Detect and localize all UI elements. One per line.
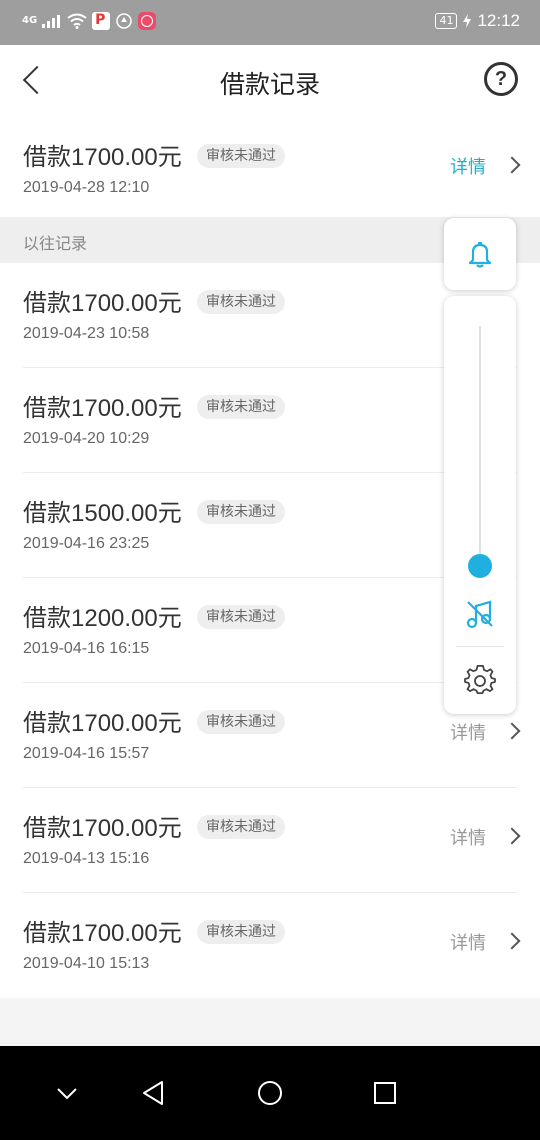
status-badge: 审核未通过 [197,710,285,734]
status-badge: 审核未通过 [197,815,285,839]
bell-icon [468,241,492,268]
signal-icon [42,14,62,28]
panel-divider [456,646,504,647]
loan-date: 2019-04-16 15:57 [23,745,150,762]
volume-slider[interactable] [479,326,481,566]
chevron-right-icon[interactable] [503,722,521,740]
back-triangle-icon[interactable] [137,1076,171,1110]
status-badge: 审核未通过 [197,605,285,629]
loan-date: 2019-04-10 15:13 [23,955,150,972]
status-badge: 审核未通过 [197,144,285,168]
volume-panel [444,296,516,714]
network-type: 4G [22,15,38,26]
loan-amount: 借款1500.00元 [23,500,182,527]
loan-date: 2019-04-20 10:29 [23,430,150,447]
loan-date: 2019-04-13 15:16 [23,850,150,867]
help-icon[interactable]: ? [484,62,518,96]
status-badge: 审核未通过 [197,500,285,524]
home-circle-icon[interactable] [253,1076,287,1110]
loan-date: 2019-04-28 12:10 [23,179,150,196]
status-badge: 审核未通过 [197,290,285,314]
detail-link[interactable]: 详情 [450,824,486,850]
loan-amount: 借款1700.00元 [23,920,182,947]
detail-link[interactable]: 详情 [450,929,486,955]
app-red-icon [138,12,157,30]
charging-icon [463,14,472,28]
page-title: 借款记录 [219,70,320,99]
gear-icon[interactable] [464,664,496,696]
loan-date: 2019-04-16 23:25 [23,535,150,552]
list-item[interactable]: 借款1700.00元 审核未通过 2019-04-10 15:13 详情 [0,893,540,998]
app-p-icon [92,12,111,30]
clock: 12:12 [477,11,520,30]
shield-icon [116,13,132,29]
chevron-down-icon[interactable] [50,1076,84,1110]
loan-amount: 借款1700.00元 [23,710,182,737]
volume-slider-handle[interactable] [468,554,492,578]
chevron-right-icon[interactable] [503,156,521,174]
recents-square-icon[interactable] [368,1076,402,1110]
system-nav-bar [0,1046,540,1140]
status-badge: 审核未通过 [197,920,285,944]
wifi-icon [67,13,87,29]
battery-icon: 41 [435,13,458,29]
chevron-right-icon[interactable] [503,827,521,845]
loan-amount: 借款1700.00元 [23,144,182,171]
section-label: 以往记录 [23,234,88,253]
current-record[interactable]: 借款1700.00元 审核未通过 2019-04-28 12:10 详情 [0,117,540,222]
detail-link[interactable]: 详情 [450,153,486,179]
loan-amount: 借款1700.00元 [23,815,182,842]
detail-link[interactable]: 详情 [450,719,486,745]
status-bar: 4G 41 12:12 [0,0,540,45]
chevron-right-icon[interactable] [503,932,521,950]
status-badge: 审核未通过 [197,395,285,419]
loan-date: 2019-04-16 16:15 [23,640,150,657]
loan-amount: 借款1200.00元 [23,605,182,632]
header: 借款记录 ? [0,45,540,117]
loan-date: 2019-04-23 10:58 [23,325,150,342]
loan-amount: 借款1700.00元 [23,290,182,317]
music-off-icon[interactable] [464,598,496,630]
status-icons-right: 41 12:12 [435,11,520,31]
list-item[interactable]: 借款1700.00元 审核未通过 2019-04-13 15:16 详情 [0,788,540,893]
ringer-button[interactable] [444,218,516,290]
status-icons-left: 4G [22,12,157,30]
loan-amount: 借款1700.00元 [23,395,182,422]
